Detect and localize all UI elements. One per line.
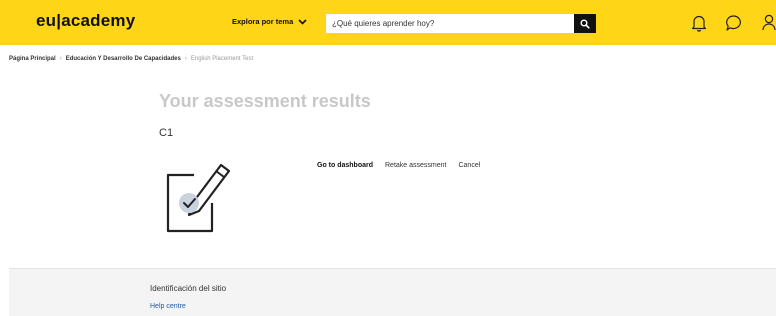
pen-checklist-icon [166, 163, 231, 233]
page-title: Your assessment results [159, 91, 371, 111]
retake-assessment-button[interactable]: Retake assessment [385, 162, 446, 169]
explore-label: Explora por tema [232, 17, 294, 26]
assessment-level: C1 [159, 127, 174, 139]
breadcrumb-item-category[interactable]: Educación Y Desarrollo De Capacidades [66, 56, 181, 62]
breadcrumb-item-current: English Placement Test [190, 56, 254, 62]
top-navigation-bar: eu|academy Explora por tema [0, 0, 776, 45]
explore-by-topic-button[interactable]: Explora por tema [232, 17, 307, 26]
go-to-dashboard-button[interactable]: Go to dashboard [317, 162, 373, 169]
breadcrumb: Página Principal › Educación Y Desarroll… [9, 56, 253, 62]
site-footer: Identificación del sitio Help centre [9, 268, 776, 316]
search-box [326, 14, 596, 33]
breadcrumb-item-home[interactable]: Página Principal [9, 56, 56, 62]
search-icon [580, 19, 590, 29]
footer-site-identification: Identificación del sitio [150, 284, 227, 293]
user-icon[interactable] [762, 14, 776, 32]
search-input[interactable] [326, 14, 574, 33]
search-button[interactable] [574, 14, 596, 33]
site-logo[interactable]: eu|academy [36, 11, 135, 31]
chevron-right-icon: › [184, 56, 187, 62]
chevron-right-icon: › [59, 56, 62, 62]
chat-bubble-icon[interactable] [725, 14, 743, 32]
results-actions: Go to dashboard Retake assessment Cancel [317, 162, 480, 169]
cancel-button[interactable]: Cancel [458, 162, 480, 169]
chevron-down-icon [298, 18, 307, 25]
bell-icon[interactable] [691, 14, 707, 32]
help-centre-link[interactable]: Help centre [150, 303, 186, 310]
